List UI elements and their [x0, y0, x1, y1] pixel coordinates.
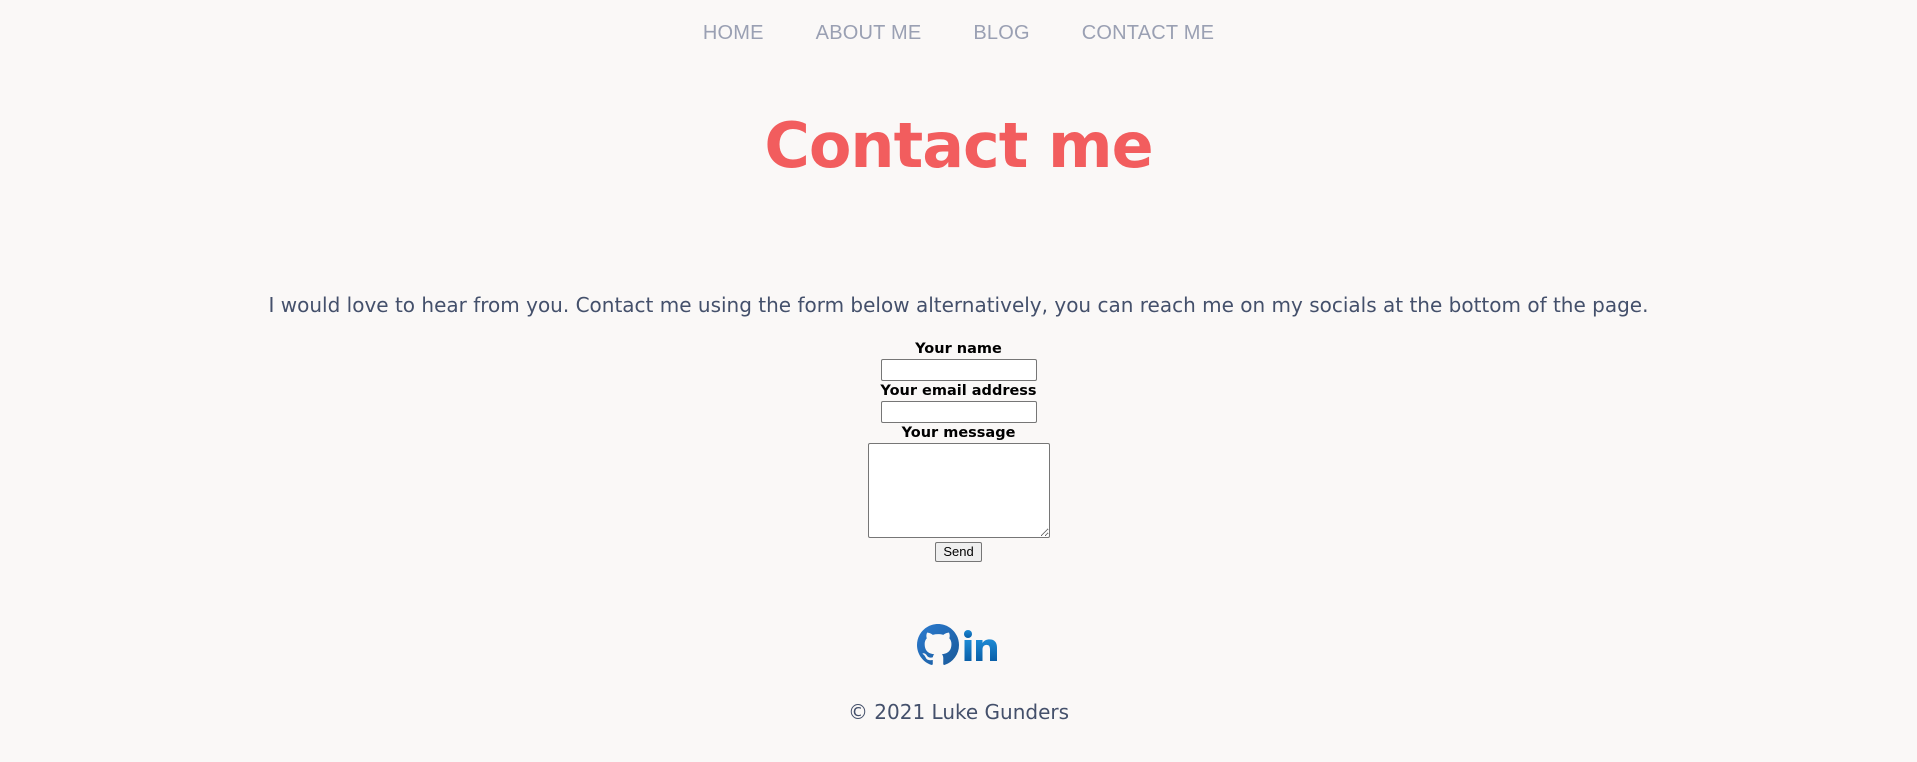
message-label: Your message	[901, 425, 1016, 441]
intro-text: I would love to hear from you. Contact m…	[268, 293, 1649, 317]
contact-form: Your name Your email address Your messag…	[0, 339, 1917, 562]
nav-about-link[interactable]: ABOUT ME	[816, 18, 922, 48]
name-label: Your name	[915, 341, 1002, 357]
name-input[interactable]	[880, 359, 1037, 381]
nav-blog-link[interactable]: BLOG	[973, 18, 1029, 48]
message-textarea[interactable]	[867, 443, 1050, 538]
nav-home-link[interactable]: HOME	[703, 18, 764, 48]
main-nav: HOME ABOUT ME BLOG CONTACT ME	[0, 18, 1917, 48]
email-input[interactable]	[880, 401, 1037, 423]
page-title: Contact me	[764, 109, 1153, 182]
linkedin-icon	[963, 630, 997, 661]
copyright-text: © 2021 Luke Gunders	[847, 700, 1070, 724]
email-label: Your email address	[880, 383, 1037, 399]
github-link[interactable]	[916, 624, 959, 670]
send-button[interactable]: Send	[935, 542, 982, 562]
github-icon	[916, 624, 959, 665]
social-links	[0, 624, 1917, 670]
nav-contact-link[interactable]: CONTACT ME	[1082, 18, 1214, 48]
linkedin-link[interactable]	[961, 625, 1001, 669]
